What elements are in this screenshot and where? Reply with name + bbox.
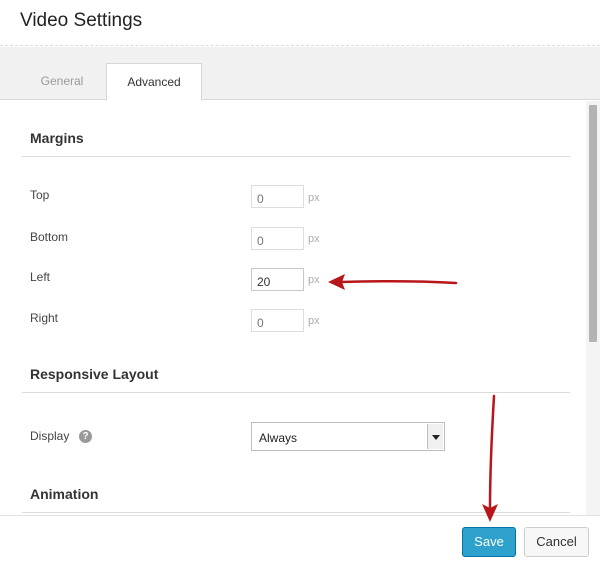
tab-advanced[interactable]: Advanced xyxy=(106,63,202,101)
margin-right-input[interactable] xyxy=(251,309,304,332)
video-settings-dialog: Video Settings General Advanced Margins … xyxy=(0,0,600,566)
margin-bottom-input[interactable] xyxy=(251,227,304,250)
margins-divider xyxy=(22,156,570,157)
tab-bar: General Advanced xyxy=(0,47,600,101)
margin-left-label: Left xyxy=(30,270,51,284)
dialog-title: Video Settings xyxy=(20,10,143,31)
animation-heading: Animation xyxy=(30,486,99,502)
margins-heading: Margins xyxy=(30,130,84,146)
settings-panel: Margins Top px Bottom px Left px Right p… xyxy=(0,101,586,515)
margin-left-unit: px xyxy=(308,274,320,286)
save-button[interactable]: Save xyxy=(462,527,516,557)
margin-right-label: Right xyxy=(30,311,59,325)
margin-top-unit: px xyxy=(308,192,320,204)
display-select-value: Always xyxy=(259,431,298,445)
cancel-button[interactable]: Cancel xyxy=(524,527,589,557)
margin-top-input[interactable] xyxy=(251,185,304,208)
margin-top-label: Top xyxy=(30,188,50,202)
margin-bottom-unit: px xyxy=(308,233,320,245)
dialog-header: Video Settings xyxy=(0,0,600,46)
margin-left-input[interactable] xyxy=(251,268,304,291)
responsive-divider xyxy=(22,392,570,393)
margin-right-unit: px xyxy=(308,315,320,327)
responsive-layout-heading: Responsive Layout xyxy=(30,366,159,382)
dialog-footer: Save Cancel xyxy=(0,515,600,566)
margin-bottom-label: Bottom xyxy=(30,230,69,244)
display-label: Display xyxy=(30,429,70,443)
scrollbar-thumb[interactable] xyxy=(589,105,597,342)
animation-divider xyxy=(22,512,570,513)
vertical-scrollbar[interactable] xyxy=(586,101,600,515)
tab-general[interactable]: General xyxy=(22,63,102,100)
chevron-down-icon[interactable] xyxy=(427,424,443,449)
help-icon[interactable]: ? xyxy=(79,430,92,443)
display-select[interactable]: Always xyxy=(251,422,445,451)
